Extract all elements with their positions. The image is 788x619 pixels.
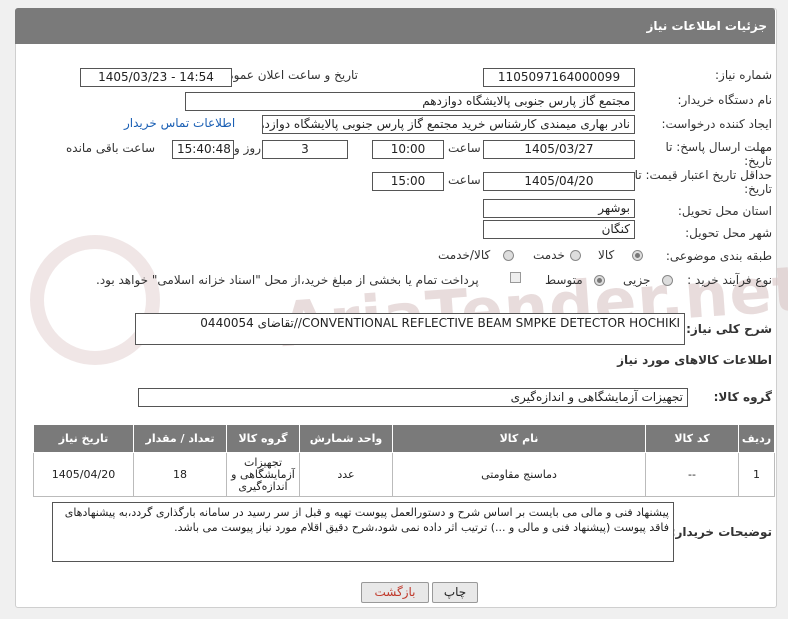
print-button[interactable]: چاپ <box>432 582 478 603</box>
panel-header: جزئیات اطلاعات نیاز <box>15 8 775 44</box>
col-header-group: گروه کالا <box>226 424 300 453</box>
category-option-both: کالا/خدمت <box>438 248 491 262</box>
deadline-label: مهلت ارسال پاسخ: تا تاریخ: <box>665 140 772 168</box>
category-radio-service[interactable] <box>570 250 581 264</box>
announce-label: تاریخ و ساعت اعلان عمومی: <box>213 68 358 82</box>
buyer-notes-label: توضیحات خریدار: <box>670 525 772 539</box>
creator-field: نادر بهاری میمندی کارشناس خرید مجتمع گاز… <box>262 115 635 134</box>
validity-time-field: 15:00 <box>372 172 444 191</box>
col-header-unit: واحد شمارش <box>299 424 393 453</box>
buyer-notes-field: پیشنهاد فنی و مالی می بایست بر اساس شرح … <box>52 502 674 562</box>
category-radio-goods[interactable] <box>632 250 643 264</box>
payment-note: پرداخت تمام یا بخشی از مبلغ خرید،از محل … <box>96 273 479 287</box>
cell-name: دماسنج مقاومتی <box>392 452 646 497</box>
need-no-field: 1105097164000099 <box>483 68 635 87</box>
cell-qty: 18 <box>133 452 227 497</box>
table-row[interactable]: 1 -- دماسنج مقاومتی عدد تجهیزات آزمایشگا… <box>33 452 775 497</box>
creator-label: ایجاد کننده درخواست: <box>661 117 772 131</box>
payment-checkbox[interactable] <box>510 272 521 283</box>
col-header-date: تاریخ نیاز <box>33 424 134 453</box>
process-radio-medium[interactable] <box>594 275 605 289</box>
back-button[interactable]: بازگشت <box>361 582 429 603</box>
table-header-row: ردیف کد کالا نام کالا واحد شمارش گروه کا… <box>33 424 775 453</box>
radio-icon <box>570 250 581 261</box>
cell-code: -- <box>645 452 739 497</box>
deadline-time-field: 10:00 <box>372 140 444 159</box>
goods-group-field: تجهیزات آزمایشگاهی و اندازه‌گیری <box>138 388 688 407</box>
buyer-label: نام دستگاه خریدار: <box>677 93 773 107</box>
watermark-logo <box>30 235 160 365</box>
description-label: شرح کلی نیاز: <box>686 322 772 336</box>
deadline-time-label: ساعت <box>448 141 481 155</box>
validity-date-field: 1405/04/20 <box>483 172 635 191</box>
announce-field: 1405/03/23 - 14:54 <box>80 68 232 87</box>
cell-unit: عدد <box>299 452 393 497</box>
days-field: 3 <box>262 140 348 159</box>
process-option-medium: متوسط <box>545 273 583 287</box>
category-radio-both[interactable] <box>503 250 514 264</box>
buyer-field: مجتمع گاز پارس جنوبی پالایشگاه دوازدهم <box>185 92 635 111</box>
radio-icon <box>662 275 673 286</box>
process-radio-minor[interactable] <box>662 275 673 289</box>
deadline-date-field: 1405/03/27 <box>483 140 635 159</box>
cell-date: 1405/04/20 <box>33 452 134 497</box>
col-header-code: کد کالا <box>645 424 739 453</box>
goods-table: ردیف کد کالا نام کالا واحد شمارش گروه کا… <box>33 424 775 497</box>
province-label: استان محل تحویل: <box>677 204 772 218</box>
province-field: بوشهر <box>483 199 635 218</box>
col-header-row: ردیف <box>738 424 775 453</box>
days-label: روز و <box>234 141 261 155</box>
col-header-qty: تعداد / مقدار <box>133 424 227 453</box>
cell-row: 1 <box>738 452 775 497</box>
goods-section-title: اطلاعات کالاهای مورد نیاز <box>617 353 772 367</box>
remaining-label: ساعت باقی مانده <box>66 141 156 155</box>
category-option-goods: کالا <box>598 248 615 262</box>
description-field: 0440054 تقاضای//CONVENTIONAL REFLECTIVE … <box>135 313 685 345</box>
goods-group-label: گروه کالا: <box>713 390 772 404</box>
process-label: نوع فرآیند خرید : <box>687 273 772 287</box>
radio-icon <box>503 250 514 261</box>
col-header-name: نام کالا <box>392 424 646 453</box>
category-option-service: خدمت <box>533 248 565 262</box>
city-field: کنگان <box>483 220 635 239</box>
cell-group: تجهیزات آزمایشگاهی و اندازه‌گیری <box>226 452 300 497</box>
category-label: طبقه بندی موضوعی: <box>665 249 772 263</box>
validity-label: حداقل تاریخ اعتبار قیمت: تا تاریخ: <box>634 168 772 196</box>
radio-icon <box>632 250 643 261</box>
radio-icon <box>594 275 605 286</box>
validity-time-label: ساعت <box>448 173 481 187</box>
remaining-time-field: 15:40:48 <box>172 140 234 159</box>
process-option-minor: جزیی <box>623 273 651 287</box>
city-label: شهر محل تحویل: <box>685 226 772 240</box>
need-no-label: شماره نیاز: <box>715 68 772 82</box>
contact-buyer-link[interactable]: اطلاعات تماس خریدار <box>124 116 235 130</box>
panel-title: جزئیات اطلاعات نیاز <box>646 19 767 33</box>
